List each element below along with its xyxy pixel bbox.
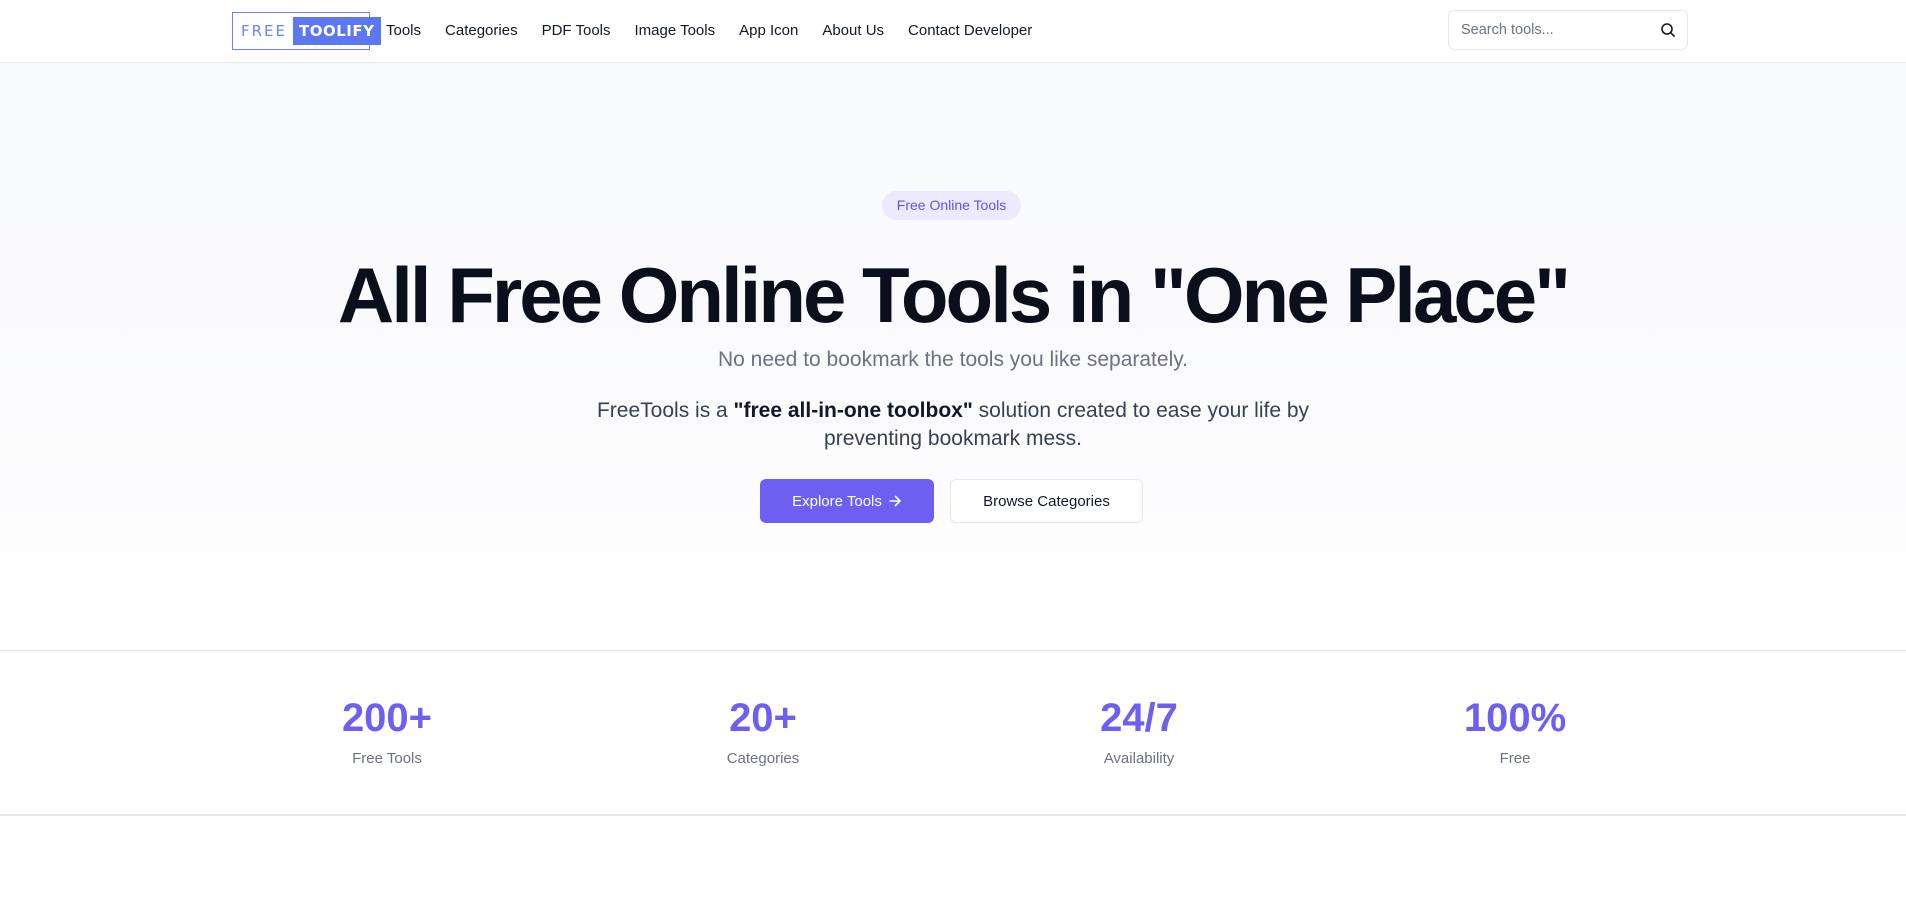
logo-toolify-text: TOOLIFY (293, 17, 381, 45)
main-nav: Tools Categories PDF Tools Image Tools A… (386, 0, 1056, 61)
search-input[interactable] (1449, 11, 1649, 49)
stat-value: 200+ (341, 696, 433, 740)
headline-highlight: "One Place" (1149, 245, 1571, 345)
nav-item-about-us[interactable]: About Us (822, 22, 884, 39)
logo-free-text: FREE (241, 22, 288, 40)
nav-item-contact-developer[interactable]: Contact Developer (908, 22, 1032, 39)
explore-tools-button[interactable]: Explore Tools (760, 479, 934, 523)
stat-free-tools: 200+ Free Tools (287, 696, 487, 767)
hero-badge: Free Online Tools (882, 191, 1021, 220)
nav-item-image-tools[interactable]: Image Tools (635, 22, 716, 39)
hero-subtitle: No need to bookmark the tools you like s… (717, 348, 1189, 371)
hero-section: Free Online Tools All Free Online Tools … (0, 63, 1906, 651)
nav-item-app-icon[interactable]: App Icon (739, 22, 798, 39)
stat-label: Categories (726, 750, 800, 767)
search-icon[interactable] (1660, 22, 1676, 38)
stat-value: 20+ (729, 696, 797, 740)
nav-item-tools[interactable]: Tools (386, 22, 421, 39)
site-header: FREE TOOLIFY Tools Categories PDF Tools … (0, 0, 1906, 63)
headline-highlight-text: "One Place" (1149, 251, 1571, 339)
desc-prefix: FreeTools is a (596, 399, 734, 422)
hero-headline: All Free Online Tools in "One Place" (0, 245, 1906, 345)
headline-main-text: All Free Online Tools in (337, 251, 1150, 339)
browse-categories-label: Browse Categories (983, 492, 1110, 510)
browse-categories-button[interactable]: Browse Categories (950, 479, 1143, 523)
stat-label: Free (1499, 750, 1531, 767)
hero-description: FreeTools is a "free all-in-one toolbox"… (583, 397, 1323, 453)
stat-value: 24/7 (1100, 696, 1178, 740)
desc-bold: "free all-in-one toolbox" (733, 399, 973, 422)
stat-value: 100% (1463, 696, 1567, 740)
nav-item-pdf-tools[interactable]: PDF Tools (542, 22, 611, 39)
stat-free: 100% Free (1415, 696, 1615, 767)
stat-label: Free Tools (352, 750, 422, 767)
search-box (1448, 10, 1688, 50)
stat-categories: 20+ Categories (663, 696, 863, 767)
stats-section: 200+ Free Tools 20+ Categories 24/7 Avai… (0, 652, 1906, 816)
stat-label: Availability (1103, 750, 1175, 767)
explore-tools-label: Explore Tools (792, 492, 882, 510)
stat-availability: 24/7 Availability (1039, 696, 1239, 767)
nav-item-categories[interactable]: Categories (445, 22, 518, 39)
arrow-right-icon (889, 495, 901, 507)
site-logo[interactable]: FREE TOOLIFY (232, 12, 381, 50)
